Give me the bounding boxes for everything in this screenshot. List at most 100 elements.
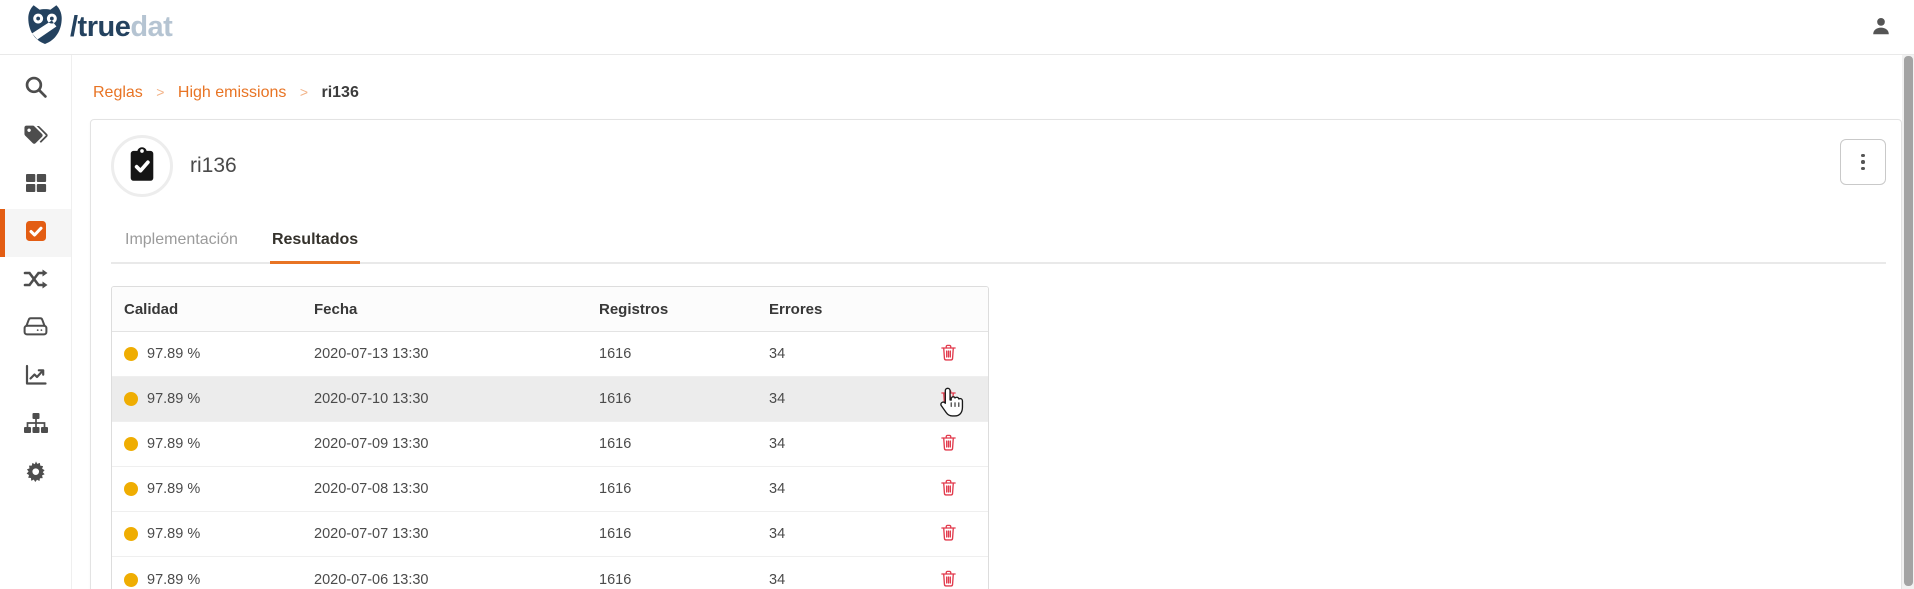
vertical-scrollbar[interactable]	[1902, 55, 1914, 589]
column-header-errores: Errores	[769, 301, 909, 318]
app-window: /truedat	[0, 0, 1914, 589]
delete-result-button[interactable]	[937, 475, 960, 503]
trash-icon	[941, 344, 956, 364]
table-row[interactable]: 97.89 % 2020-07-08 13:30 1616 34	[112, 467, 988, 512]
breadcrumb-current: ri136	[321, 84, 358, 101]
quality-dot	[124, 573, 138, 587]
table-header-row: Calidad Fecha Registros Errores	[112, 287, 988, 332]
logo-text: /truedat	[70, 13, 172, 42]
tab-bar: Implementación Resultados	[111, 223, 1886, 264]
errors-value: 34	[769, 391, 909, 407]
records-value: 1616	[599, 391, 769, 407]
logo-text-secondary: dat	[130, 11, 172, 43]
errors-value: 34	[769, 481, 909, 497]
errors-value: 34	[769, 526, 909, 542]
rule-actions-menu-button[interactable]	[1840, 139, 1886, 185]
date-value: 2020-07-09 13:30	[314, 436, 599, 452]
sidebar-item-search[interactable]	[0, 65, 71, 113]
breadcrumb-link-high-emissions[interactable]: High emissions	[178, 84, 286, 101]
quality-dot	[124, 392, 138, 406]
trash-icon	[941, 389, 956, 409]
rule-avatar	[111, 135, 173, 197]
delete-result-button[interactable]	[937, 340, 960, 368]
user-menu-button[interactable]	[1870, 15, 1892, 40]
quality-value: 97.89 %	[147, 346, 200, 362]
kebab-menu-icon	[1861, 154, 1865, 171]
results-table: Calidad Fecha Registros Errores 97.89 % …	[111, 286, 989, 589]
errors-value: 34	[769, 346, 909, 362]
logo-text-primary: /true	[70, 11, 130, 43]
rule-card: ri136 Implementación Resultados Calidad …	[90, 119, 1902, 589]
quality-dot	[124, 527, 138, 541]
quality-dot	[124, 347, 138, 361]
quality-value: 97.89 %	[147, 436, 200, 452]
quality-value: 97.89 %	[147, 391, 200, 407]
records-value: 1616	[599, 572, 769, 588]
rule-card-header: ri136	[111, 135, 1886, 197]
sidebar	[0, 55, 72, 589]
shuffle-icon	[23, 268, 49, 295]
sidebar-item-dashboards[interactable]	[0, 353, 71, 401]
owl-logo-icon	[26, 4, 64, 51]
breadcrumb-link-reglas[interactable]: Reglas	[93, 84, 143, 101]
sidebar-item-tags[interactable]	[0, 113, 71, 161]
main-content: Reglas > High emissions > ri136	[72, 55, 1914, 589]
column-header-calidad: Calidad	[124, 301, 314, 318]
trash-icon	[941, 570, 956, 589]
date-value: 2020-07-06 13:30	[314, 572, 599, 588]
tags-icon	[23, 123, 49, 152]
delete-result-button[interactable]	[937, 385, 960, 413]
breadcrumb: Reglas > High emissions > ri136	[72, 55, 1902, 119]
grid-icon	[24, 171, 48, 200]
search-icon	[23, 74, 48, 104]
records-value: 1616	[599, 436, 769, 452]
date-value: 2020-07-13 13:30	[314, 346, 599, 362]
table-row[interactable]: 97.89 % 2020-07-06 13:30 1616 34	[112, 557, 988, 589]
sidebar-item-quality-rules[interactable]	[0, 209, 71, 257]
delete-result-button[interactable]	[937, 430, 960, 458]
breadcrumb-separator: >	[156, 84, 164, 100]
sitemap-icon	[23, 411, 49, 440]
top-bar: /truedat	[0, 0, 1914, 55]
sidebar-item-sources[interactable]	[0, 305, 71, 353]
tab-resultados[interactable]: Resultados	[270, 223, 360, 264]
check-square-icon	[24, 219, 48, 248]
quality-dot	[124, 482, 138, 496]
trash-icon	[941, 434, 956, 454]
errors-value: 34	[769, 436, 909, 452]
records-value: 1616	[599, 526, 769, 542]
records-value: 1616	[599, 481, 769, 497]
table-body: 97.89 % 2020-07-13 13:30 1616 34 97.89 %	[112, 332, 988, 589]
quality-value: 97.89 %	[147, 526, 200, 542]
sidebar-item-structures[interactable]	[0, 161, 71, 209]
delete-result-button[interactable]	[937, 520, 960, 548]
date-value: 2020-07-10 13:30	[314, 391, 599, 407]
archive-icon	[22, 315, 49, 343]
chart-line-icon	[24, 363, 48, 392]
quality-dot	[124, 437, 138, 451]
delete-result-button[interactable]	[937, 566, 960, 589]
clipboard-check-icon	[127, 147, 157, 186]
trash-icon	[941, 479, 956, 499]
sidebar-item-settings[interactable]	[0, 449, 71, 497]
table-row[interactable]: 97.89 % 2020-07-10 13:30 1616 34	[112, 377, 988, 422]
scrollbar-thumb[interactable]	[1904, 56, 1913, 586]
tab-implementacion[interactable]: Implementación	[123, 223, 240, 264]
breadcrumb-separator: >	[300, 84, 308, 100]
errors-value: 34	[769, 572, 909, 588]
table-row[interactable]: 97.89 % 2020-07-13 13:30 1616 34	[112, 332, 988, 377]
sidebar-item-taxonomy[interactable]	[0, 401, 71, 449]
date-value: 2020-07-08 13:30	[314, 481, 599, 497]
column-header-fecha: Fecha	[314, 301, 599, 318]
date-value: 2020-07-07 13:30	[314, 526, 599, 542]
trash-icon	[941, 524, 956, 544]
rule-title: ri136	[190, 154, 237, 178]
quality-value: 97.89 %	[147, 481, 200, 497]
column-header-registros: Registros	[599, 301, 769, 318]
truedat-logo[interactable]: /truedat	[26, 4, 172, 51]
user-icon	[1870, 15, 1892, 40]
quality-value: 97.89 %	[147, 572, 200, 588]
table-row[interactable]: 97.89 % 2020-07-09 13:30 1616 34	[112, 422, 988, 467]
sidebar-item-lineage[interactable]	[0, 257, 71, 305]
table-row[interactable]: 97.89 % 2020-07-07 13:30 1616 34	[112, 512, 988, 557]
